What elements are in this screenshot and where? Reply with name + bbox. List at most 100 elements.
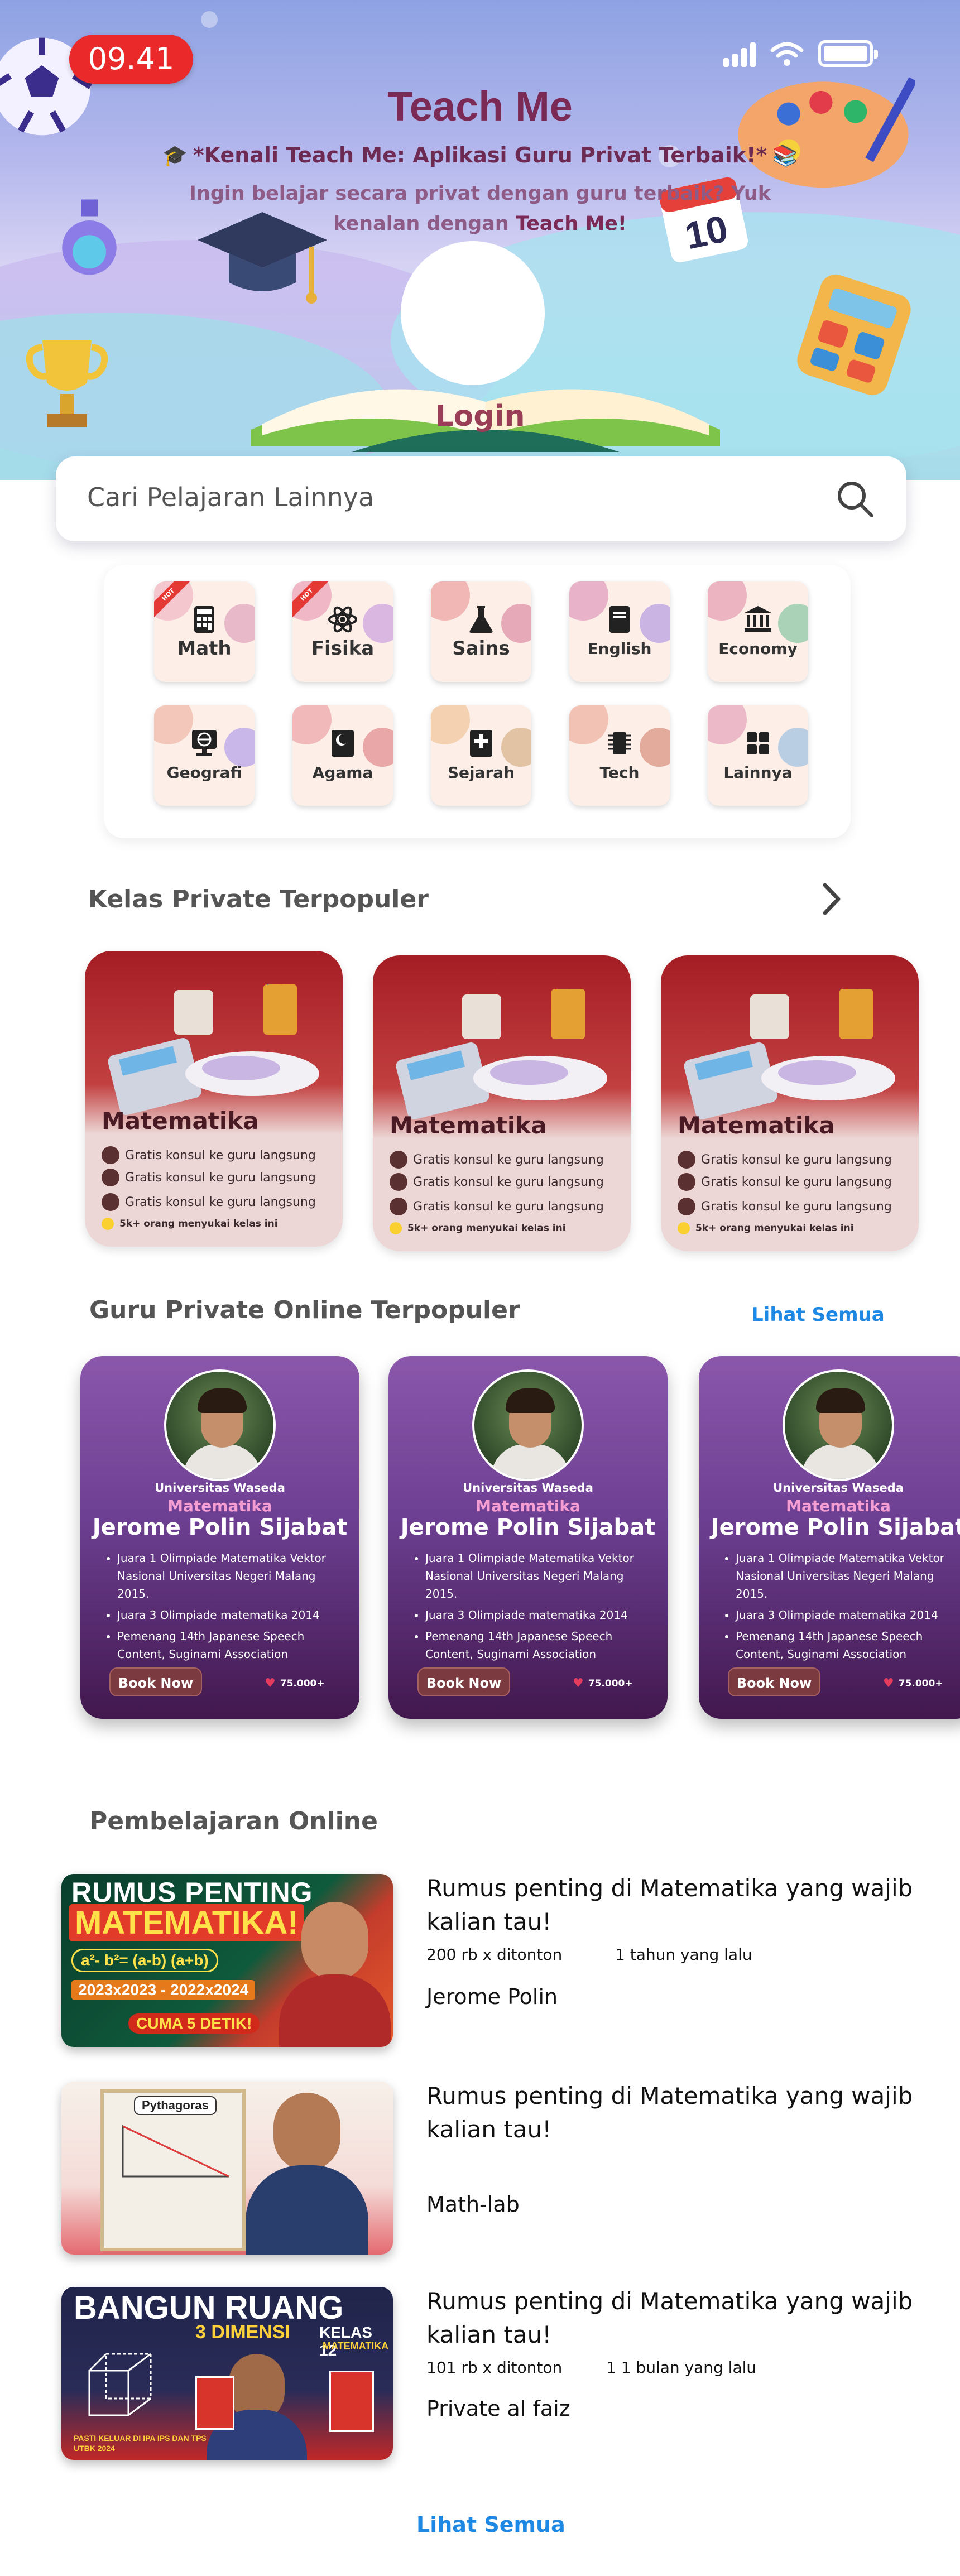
thumb-text: PASTI KELUAR DI IPA IPS DAN TPS UTBK 202…	[74, 2434, 207, 2453]
tutor-card[interactable]: Universitas Waseda Matematika Jerome Pol…	[388, 1356, 668, 1719]
video-author[interactable]: Private al faiz	[426, 2396, 570, 2421]
class-card[interactable]: Matematika Gratis konsul ke guru langsun…	[661, 955, 919, 1251]
tutor-subject: Matematika	[786, 1497, 891, 1515]
globe-icon	[192, 730, 217, 756]
heart-icon: ♥	[883, 1676, 894, 1690]
category-lainnya[interactable]: Lainnya	[708, 705, 808, 806]
thumb-text: 3 DIMENSI	[195, 2322, 291, 2343]
class-card[interactable]: Matematika Gratis konsul ke guru langsun…	[373, 955, 631, 1251]
video-thumbnail[interactable]: RUMUS PENTING MATEMATIKA! a²- b²= (a-b) …	[61, 1874, 393, 2047]
battery-icon	[818, 40, 878, 67]
book-now-button[interactable]: Book Now	[417, 1667, 510, 1696]
achievement-item: Pemenang 14th Japanese Speech Content, S…	[117, 1627, 347, 1663]
see-all-videos-link[interactable]: Lihat Semua	[416, 2512, 565, 2537]
category-math[interactable]: HOT Math	[154, 581, 255, 682]
tutor-likes: ♥ 75.000+	[265, 1676, 325, 1690]
tagline-text: *Kenali Teach Me: Aplikasi Guru Privat T…	[193, 143, 767, 167]
category-bg-shape	[363, 728, 393, 767]
class-likes-text: 5k+ orang menyukai kelas ini	[119, 1218, 278, 1229]
category-label: Agama	[312, 763, 373, 782]
class-card[interactable]: Matematika Gratis konsul ke guru langsun…	[85, 951, 343, 1247]
thumb-text: MATEMATIKA	[323, 2340, 389, 2352]
video-age: 1 tahun yang lalu	[615, 1945, 752, 1964]
category-sejarah[interactable]: Sejarah	[431, 705, 531, 806]
class-feature-text: Gratis konsul ke guru langsung	[701, 1152, 892, 1167]
video-thumbnail[interactable]: BANGUN RUANG 3 DIMENSI KELAS 12 MATEMATI…	[61, 2287, 393, 2460]
profile-avatar[interactable]	[401, 241, 545, 385]
class-feature-text: Gratis konsul ke guru langsung	[125, 1195, 316, 1209]
see-all-tutors-link[interactable]: Lihat Semua	[751, 1304, 885, 1326]
tutor-card[interactable]: Universitas Waseda Matematika Jerome Pol…	[699, 1356, 960, 1719]
tutor-university: Universitas Waseda	[463, 1481, 593, 1494]
class-likes-text: 5k+ orang menyukai kelas ini	[407, 1223, 566, 1234]
category-economy[interactable]: Economy	[708, 581, 808, 682]
chevron-right-icon[interactable]	[817, 880, 845, 919]
thumb-text: CUMA 5 DETIK!	[128, 2013, 260, 2034]
bank-icon	[745, 606, 771, 632]
chip-icon	[608, 732, 631, 754]
book-icon	[609, 606, 630, 633]
book-now-button[interactable]: Book Now	[728, 1667, 820, 1696]
tutor-subject: Matematika	[476, 1497, 580, 1515]
search-input[interactable]: Cari Pelajaran Lainnya	[87, 482, 374, 512]
video-views: 200 rb x ditonton	[426, 1945, 563, 1964]
category-tech[interactable]: Tech	[569, 705, 670, 806]
video-title-line: Rumus penting di Matematika yang wajib	[426, 2082, 913, 2109]
tutor-photo	[164, 1369, 276, 1481]
video-thumbnail[interactable]: Pythagoras	[61, 2082, 393, 2255]
book-cover	[195, 2376, 234, 2430]
class-feature: Gratis konsul ke guru langsung	[102, 1146, 316, 1164]
tutor-card[interactable]: Universitas Waseda Matematika Jerome Pol…	[80, 1356, 359, 1719]
thumb-text: BANGUN RUANG	[74, 2290, 344, 2326]
tutor-photo	[472, 1369, 584, 1481]
hero-subtitle: Ingin belajar secara privat dengan guru …	[167, 179, 793, 239]
category-bg-shape	[569, 705, 608, 744]
tutor-likes: ♥ 75.000+	[573, 1676, 633, 1690]
tutor-university: Universitas Waseda	[155, 1481, 285, 1494]
search-bar[interactable]: Cari Pelajaran Lainnya	[56, 456, 906, 541]
hero-banner: 10 09.41 Teach Me 🎓 *Kenali Teach Me: Apl…	[0, 0, 960, 480]
tagline: 🎓 *Kenali Teach Me: Aplikasi Guru Privat …	[0, 143, 960, 167]
category-bg-shape	[431, 705, 470, 744]
class-feature: Gratis konsul ke guru langsung	[678, 1151, 892, 1169]
tutor-likes-count: 75.000+	[898, 1678, 943, 1689]
category-bg-shape	[292, 705, 332, 744]
class-likes: 5k+ orang menyukai kelas ini	[678, 1222, 854, 1234]
search-icon[interactable]	[835, 479, 875, 519]
book-now-button[interactable]: Book Now	[109, 1667, 202, 1696]
category-geografi[interactable]: Geografi	[154, 705, 255, 806]
video-title[interactable]: Rumus penting di Matematika yang wajib k…	[426, 1872, 929, 1939]
category-sains[interactable]: Sains	[431, 581, 531, 682]
video-title[interactable]: Rumus penting di Matematika yang wajib k…	[426, 2285, 929, 2352]
chat-icon	[390, 1151, 407, 1169]
video-age: 1 1 bulan yang lalu	[606, 2358, 757, 2377]
video-author[interactable]: Jerome Polin	[426, 1984, 558, 2009]
tutor-achievements: Juara 1 Olimpiade Matematika Vektor Nasi…	[107, 1549, 347, 1666]
desk-illustration	[684, 989, 895, 1119]
video-title[interactable]: Rumus penting di Matematika yang wajib k…	[426, 2079, 929, 2146]
category-panel: HOT Math HOT Fisika Sains English Econom…	[104, 565, 851, 838]
status-time: 09.41	[69, 35, 193, 84]
class-subject: Matematika	[102, 1107, 259, 1135]
video-author[interactable]: Math-lab	[426, 2192, 520, 2217]
achievement-item: Juara 3 Olimpiade matematika 2014	[736, 1606, 960, 1624]
triangle-diagram	[122, 2125, 229, 2178]
category-bg-shape	[640, 728, 670, 767]
mosque-icon	[332, 730, 354, 757]
category-english[interactable]: English	[569, 581, 670, 682]
popular-tutors-title: Guru Private Online Terpopuler	[89, 1296, 520, 1324]
class-likes: 5k+ orang menyukai kelas ini	[390, 1222, 566, 1234]
category-bg-shape	[640, 604, 670, 643]
video-title-line: Rumus penting di Matematika yang wajib	[426, 2287, 913, 2315]
tutor-photo	[783, 1369, 894, 1481]
login-link[interactable]: Login	[0, 400, 960, 433]
star-icon	[102, 1218, 114, 1230]
heart-icon: ♥	[573, 1676, 584, 1690]
category-agama[interactable]: Agama	[292, 705, 393, 806]
presenter-figure	[246, 2165, 368, 2255]
calculator-icon	[797, 274, 911, 396]
thumb-text: MATEMATIKA!	[69, 1904, 304, 1941]
category-fisika[interactable]: HOT Fisika	[292, 581, 393, 682]
video-title-line: Rumus penting di Matematika yang wajib	[426, 1875, 913, 1902]
category-label: Tech	[599, 763, 640, 782]
